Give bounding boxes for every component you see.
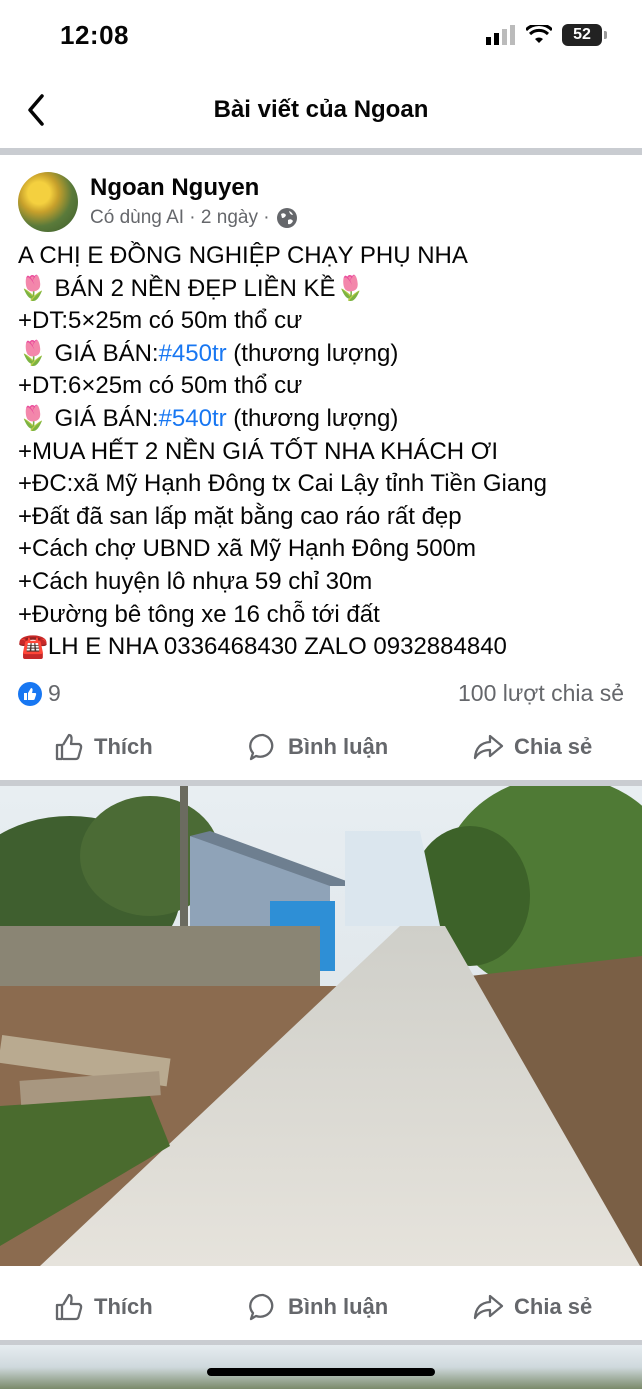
- like-reaction-icon[interactable]: [18, 682, 42, 706]
- thumbs-up-icon: [55, 733, 83, 761]
- status-bar: 12:08 52: [0, 0, 642, 72]
- like-label: Thích: [94, 1294, 153, 1319]
- comment-button[interactable]: Bình luận: [248, 1292, 388, 1322]
- avatar[interactable]: [18, 172, 78, 232]
- globe-icon: [276, 208, 297, 228]
- comment-icon: [249, 733, 274, 761]
- hashtag-link[interactable]: #450tr: [159, 340, 227, 367]
- status-icons: 52: [486, 24, 607, 46]
- post-line: +Đất đã san lấp mặt bằng cao ráo rất đẹp: [18, 502, 462, 530]
- post-actions: Thích Bình luận Chia sẻ: [0, 722, 642, 778]
- author-name[interactable]: Ngoan Nguyen: [90, 174, 259, 202]
- signal-icon: [486, 25, 515, 45]
- post-line: +Đường bê tông xe 16 chỗ tới đất: [18, 600, 380, 628]
- battery-icon: 52: [562, 24, 607, 46]
- divider: [0, 148, 642, 155]
- next-photo[interactable]: [0, 1345, 642, 1389]
- share-icon: [473, 1294, 504, 1320]
- comment-icon: [249, 1293, 274, 1321]
- like-button[interactable]: Thích: [54, 732, 153, 762]
- post-body: A CHỊ E ĐỒNG NGHIỆP CHẠY PHỤ NHA 🌷 BÁN 2…: [18, 240, 628, 664]
- share-button[interactable]: Chia sẻ: [472, 1292, 592, 1322]
- post-line: ☎️LH E NHA 0336468430 ZALO 0932884840: [18, 633, 507, 661]
- post-line: +ĐC:xã Mỹ Hạnh Đông tx Cai Lậy tỉnh Tiền…: [18, 470, 547, 498]
- reactions-bar: 9 100 lượt chia sẻ: [18, 680, 624, 712]
- post-meta: Có dùng AI · 2 ngày ·: [90, 207, 298, 229]
- comment-label: Bình luận: [288, 734, 389, 759]
- home-indicator[interactable]: [207, 1368, 435, 1376]
- wifi-icon: [526, 25, 552, 43]
- share-label: Chia sẻ: [514, 734, 593, 759]
- status-time: 12:08: [60, 20, 129, 50]
- comment-button[interactable]: Bình luận: [248, 732, 388, 762]
- post-line: +DT:6×25m có 50m thổ cư: [18, 372, 303, 400]
- nav-bar: Bài viết của Ngoan: [0, 72, 642, 148]
- post-line: +MUA HẾT 2 NỀN GIÁ TỐT NHA KHÁCH ƠI: [18, 437, 499, 465]
- share-button[interactable]: Chia sẻ: [472, 732, 592, 762]
- page-title: Bài viết của Ngoan: [213, 96, 429, 123]
- post-meta-text: Có dùng AI · 2 ngày ·: [90, 207, 270, 228]
- share-count[interactable]: 100 lượt chia sẻ: [458, 680, 624, 707]
- like-label: Thích: [94, 734, 153, 759]
- share-icon: [473, 734, 504, 760]
- like-count[interactable]: 9: [48, 680, 61, 707]
- post-line: +DT:5×25m có 50m thổ cư: [18, 307, 303, 335]
- post-line: A CHỊ E ĐỒNG NGHIỆP CHẠY PHỤ NHA: [18, 242, 468, 269]
- post-photo[interactable]: [0, 786, 642, 1266]
- post-line: +Cách huyện lô nhựa 59 chỉ 30m: [18, 567, 373, 595]
- post-line: +Cách chợ UBND xã Mỹ Hạnh Đông 500m: [18, 535, 476, 563]
- hashtag-link[interactable]: #540tr: [159, 405, 227, 432]
- photo-actions: Thích Bình luận Chia sẻ: [0, 1282, 642, 1338]
- post-line: 🌷 GIÁ BÁN:#540tr (thương lượng): [18, 404, 399, 432]
- post-line: 🌷 GIÁ BÁN:#450tr (thương lượng): [18, 339, 399, 367]
- thumbs-up-icon: [55, 1293, 83, 1321]
- share-label: Chia sẻ: [514, 1294, 593, 1319]
- like-button[interactable]: Thích: [54, 1292, 153, 1322]
- post-line: 🌷 BÁN 2 NỀN ĐẸP LIỀN KỀ🌷: [18, 274, 366, 302]
- comment-label: Bình luận: [288, 1294, 389, 1319]
